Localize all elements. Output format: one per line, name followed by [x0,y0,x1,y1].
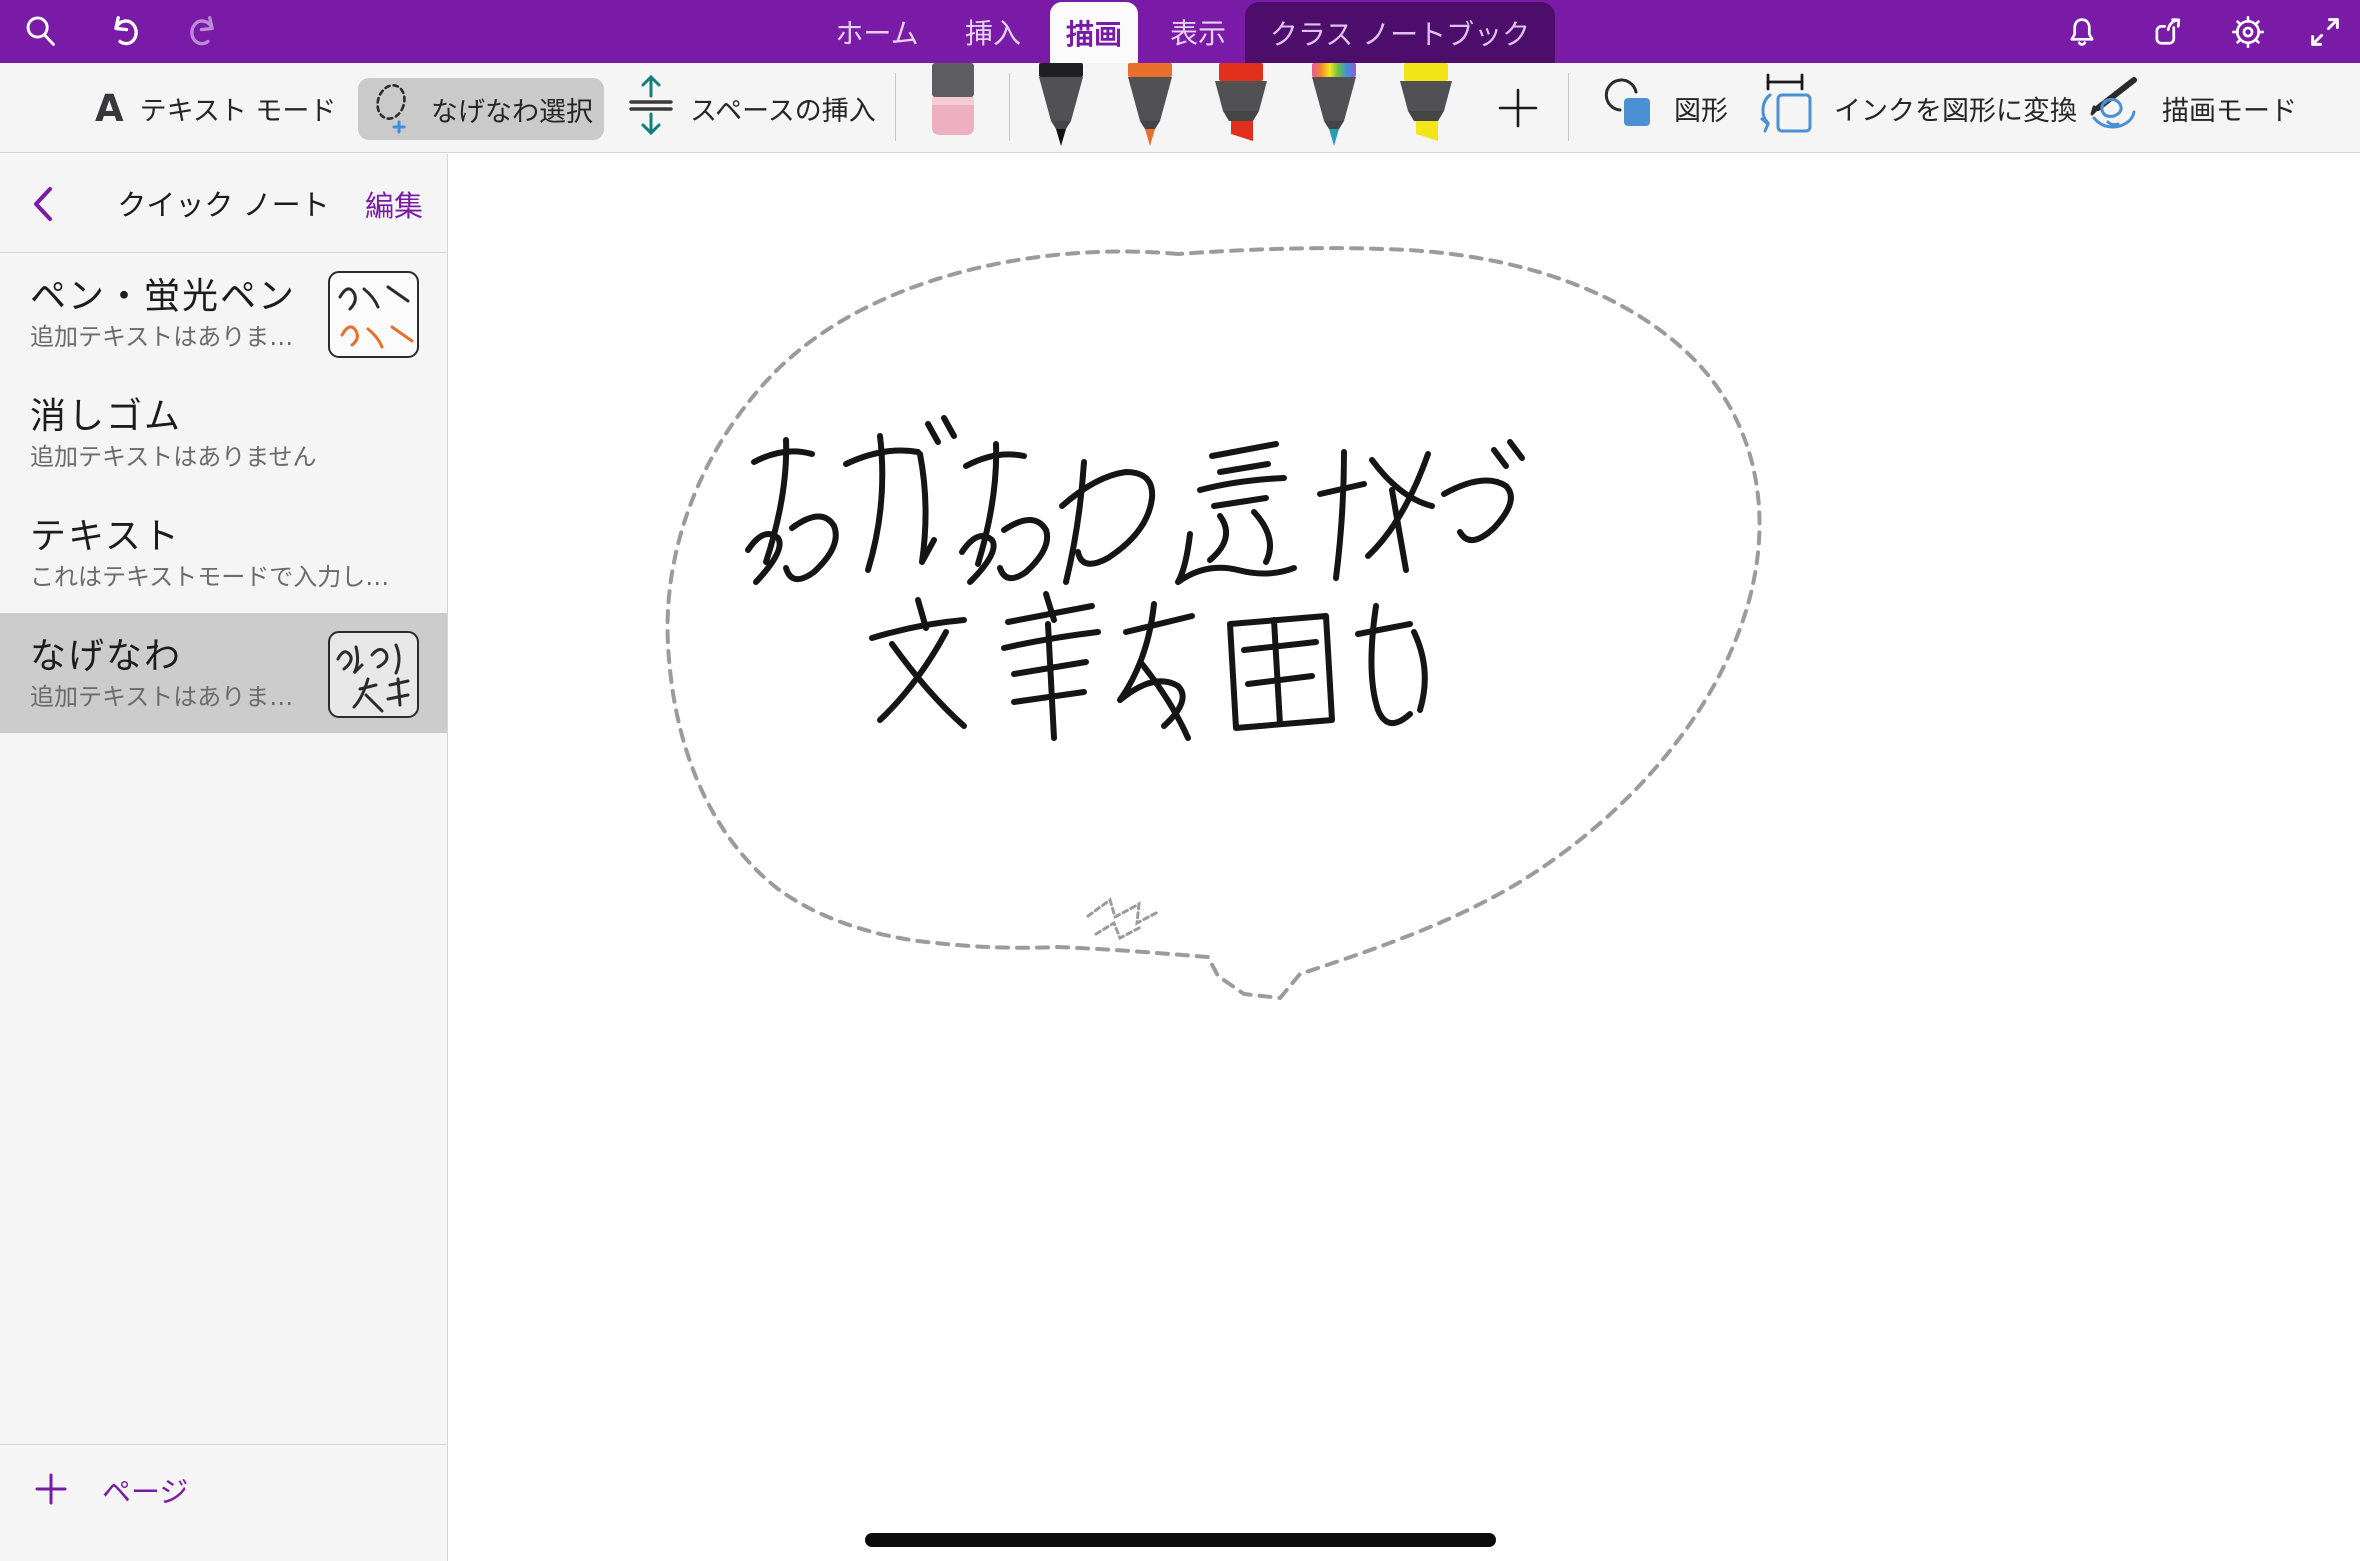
draw-mode-button[interactable]: 描画モード [2082,63,2297,153]
add-page-label: ページ [102,1467,188,1511]
sidebar-header: クイック ノート 編集 [0,154,447,253]
lasso-select-button[interactable]: なげなわ選択 [358,78,604,140]
text-mode-label: テキスト モード [140,89,337,128]
back-chevron-icon[interactable] [30,184,64,224]
fullscreen-expand-icon[interactable] [2306,13,2344,51]
redo-icon[interactable] [186,13,224,51]
search-icon[interactable] [22,13,60,51]
page-list-item[interactable]: 消しゴム 追加テキストはありません [0,373,447,493]
content-area: クイック ノート 編集 ペン・蛍光ペン 追加テキストはありま… 消しゴム 追加テ… [0,154,2360,1561]
red-highlighter-tool[interactable] [1213,63,1269,151]
black-pen-tool[interactable] [1033,63,1089,151]
tab-view[interactable]: 表示 [1170,0,1226,63]
lasso-selection[interactable] [668,248,1760,998]
ink-line-1 [748,418,1522,582]
share-icon[interactable] [2148,13,2186,51]
insert-space-label: スペースの挿入 [690,89,876,128]
page-thumbnail [328,631,419,718]
shapes-label: 図形 [1674,89,1728,128]
page-list-sidebar: クイック ノート 編集 ペン・蛍光ペン 追加テキストはありま… 消しゴム 追加テ… [0,154,448,1561]
ink-to-shape-label: インクを図形に変換 [1834,89,2077,128]
tab-home[interactable]: ホーム [835,0,918,63]
text-mode-button[interactable]: A テキスト モード [95,63,336,153]
insert-space-button[interactable]: スペースの挿入 [628,63,876,153]
handwriting-ink [748,418,1522,738]
plus-icon [34,1472,68,1506]
tab-draw-active[interactable]: 描画 [1050,2,1138,63]
text-mode-icon: A [95,87,124,130]
page-subtitle: これはテキストモードで入力し… [30,557,389,592]
shapes-icon [1600,76,1658,141]
add-pen-button[interactable] [1496,86,1540,134]
draw-ribbon: A テキスト モード なげなわ選択 スペースの挿入 [0,63,2360,153]
notifications-bell-icon[interactable] [2063,13,2101,51]
home-indicator[interactable] [865,1533,1496,1547]
page-title: 消しゴム [30,387,447,439]
page-subtitle: 追加テキストはありま… [30,677,293,712]
sidebar-empty-space [0,733,447,1444]
page-list-item[interactable]: テキスト これはテキストモードで入力し… [0,493,447,613]
sidebar-footer: ページ [0,1444,447,1561]
page-list-item[interactable]: ペン・蛍光ペン 追加テキストはありま… [0,253,447,373]
yellow-highlighter-tool[interactable] [1398,63,1454,151]
lasso-select-icon [369,78,417,141]
onenote-app: ホーム 挿入 描画 表示 クラス ノートブック A テキスト モード なげなわ選… [0,0,2360,1561]
shapes-button[interactable]: 図形 [1600,63,1728,153]
page-list-item-selected[interactable]: なげなわ 追加テキストはありま… [0,613,447,733]
insert-space-icon [628,72,674,145]
page-thumbnail [328,271,419,358]
page-subtitle: 追加テキストはありません [30,437,317,472]
settings-gear-icon[interactable] [2229,13,2267,51]
tab-insert[interactable]: 挿入 [965,0,1021,63]
top-bar: ホーム 挿入 描画 表示 クラス ノートブック [0,0,2360,63]
lasso-select-label: なげなわ選択 [431,90,593,129]
add-page-button[interactable]: ページ [34,1467,188,1511]
ribbon-divider [1009,73,1010,141]
orange-pen-tool[interactable] [1122,63,1178,151]
ink-to-shape-icon [1756,73,1818,144]
note-canvas[interactable] [448,154,2360,1561]
undo-icon[interactable] [104,13,142,51]
edit-button[interactable]: 編集 [365,154,423,253]
ink-line-2 [872,594,1425,738]
rainbow-pen-tool[interactable] [1306,63,1362,151]
ribbon-divider [1568,73,1569,141]
ribbon-divider [895,73,896,141]
page-subtitle: 追加テキストはありま… [30,317,293,352]
eraser-tool[interactable] [929,63,977,143]
ink-to-shape-button[interactable]: インクを図形に変換 [1756,63,2077,153]
draw-mode-hand-pen-icon [2082,74,2146,143]
tab-class-notebook[interactable]: クラス ノートブック [1245,2,1555,63]
draw-mode-label: 描画モード [2162,89,2297,128]
page-title: テキスト [30,507,447,559]
